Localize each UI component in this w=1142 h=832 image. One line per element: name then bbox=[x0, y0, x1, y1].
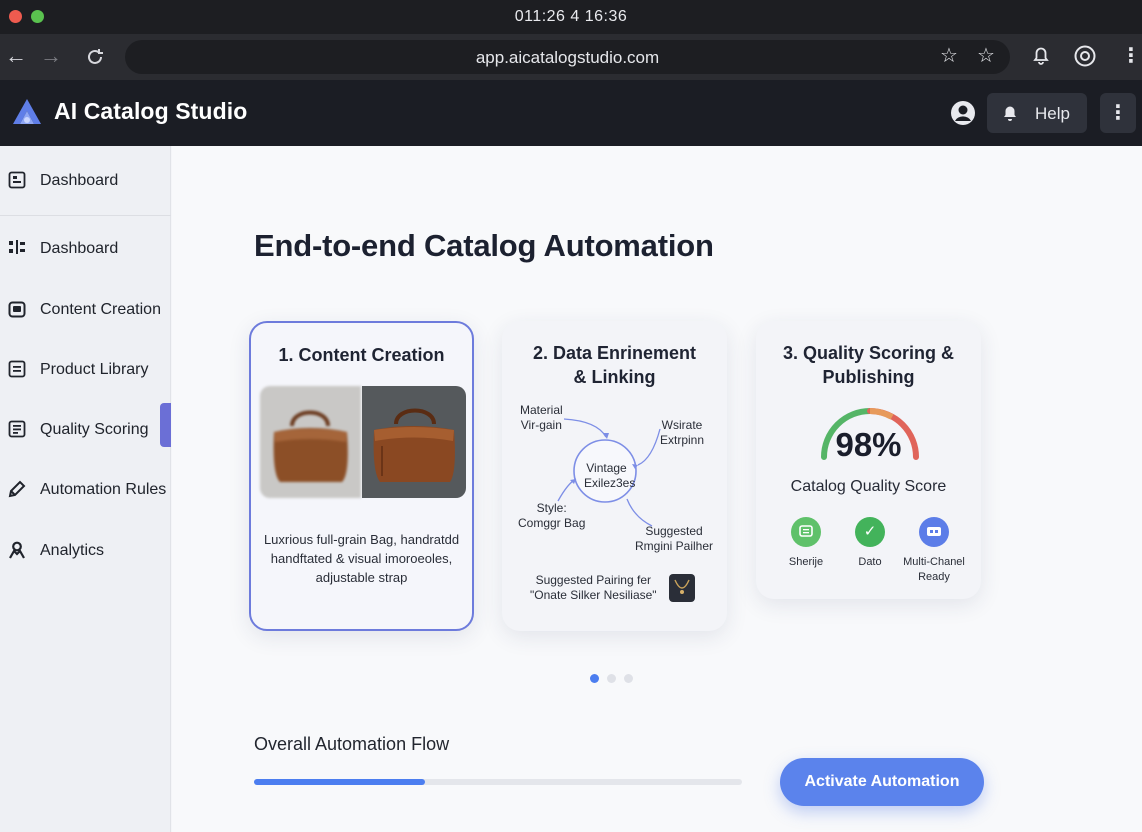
pairing-text: "Onate Silker Nesiliase" bbox=[530, 588, 657, 602]
sidebar-item-content-creation[interactable]: Content Creation bbox=[0, 288, 171, 332]
more-vertical-icon[interactable]: ⋮ bbox=[1100, 93, 1136, 133]
badge-label: Sherije bbox=[788, 556, 824, 568]
node-text: Wsirate bbox=[661, 418, 703, 432]
profile-icon[interactable] bbox=[950, 100, 976, 126]
check-icon[interactable]: ✓ bbox=[855, 517, 885, 547]
carousel-dot[interactable] bbox=[607, 674, 616, 683]
sidebar-item-dashboard[interactable]: Dashboard bbox=[0, 227, 171, 271]
star-icon[interactable]: ☆ bbox=[940, 44, 958, 68]
sidebar-item-label: Dashboard bbox=[40, 240, 119, 257]
card-title-line: 3. Quality Scoring & bbox=[782, 343, 955, 363]
list-icon bbox=[8, 360, 26, 378]
grid-icon bbox=[9, 240, 25, 254]
bag-image-before bbox=[260, 386, 361, 498]
activate-automation-button[interactable]: Activate Automation bbox=[780, 758, 984, 806]
node-text: Extrpinn bbox=[660, 433, 705, 447]
sidebar-item-dashboard-top[interactable]: Dashboard bbox=[0, 146, 171, 216]
node-text: Exilez3es bbox=[584, 476, 636, 490]
bag-image-after bbox=[362, 386, 466, 498]
page-title: End-to-end Catalog Automation bbox=[254, 228, 714, 263]
badge-label: Dato bbox=[858, 556, 882, 568]
sidebar-item-label: Product Library bbox=[40, 361, 149, 378]
main-content: End-to-end Catalog Automation 1. Content… bbox=[172, 146, 1142, 832]
carousel-dot[interactable] bbox=[624, 674, 633, 683]
badge-label-line: Ready bbox=[918, 571, 950, 583]
sidebar-item-label: Analytics bbox=[40, 542, 105, 559]
address-bar[interactable]: app.aicatalogstudio.com bbox=[125, 40, 1010, 74]
settings-circle-icon[interactable] bbox=[1073, 44, 1097, 74]
browser-toolbar: ← → app.aicatalogstudio.com ☆ ☆ ⋮ bbox=[0, 34, 1142, 80]
sidebar-item-label: Dashboard bbox=[40, 172, 119, 189]
bell-icon[interactable] bbox=[1030, 44, 1052, 72]
data-enrichment-card[interactable]: 2. Data Enrinement & Linking Material Vi… bbox=[502, 321, 727, 631]
pen-icon bbox=[8, 480, 26, 498]
sidebar-item-automation-rules[interactable]: Automation Rules bbox=[0, 468, 171, 512]
sidebar-item-analytics[interactable]: Analytics bbox=[0, 529, 171, 573]
necklace-thumbnail[interactable] bbox=[669, 574, 695, 602]
pairing-text: Suggested Pairing fer bbox=[535, 573, 651, 587]
product-description: Luxrious full-grain Bag, handratdd handf… bbox=[263, 532, 460, 585]
sidebar: Dashboard Dashboard Content Creation Pro… bbox=[0, 146, 171, 832]
clock: 011:26 4 16:36 bbox=[514, 8, 628, 25]
help-label: Help bbox=[1035, 104, 1070, 123]
progress-fill bbox=[254, 779, 425, 785]
app-logo-icon bbox=[13, 99, 41, 124]
quality-score-value: 98% bbox=[835, 426, 902, 463]
badge-label: Multi-Chanel Ready bbox=[896, 555, 972, 585]
reload-icon[interactable] bbox=[84, 43, 106, 75]
automation-progress-bar bbox=[254, 779, 742, 785]
sidebar-item-label: Content Creation bbox=[40, 301, 161, 318]
app-title: AI Catalog Studio bbox=[54, 98, 248, 124]
sidebar-item-product-library[interactable]: Product Library bbox=[0, 348, 171, 392]
sidebar-item-row: Dashboard bbox=[0, 159, 171, 203]
bell-icon bbox=[1004, 106, 1016, 121]
app-header: AI Catalog Studio Help ⋮ bbox=[0, 80, 1142, 146]
card-title-line: Publishing bbox=[822, 367, 915, 387]
back-arrow-icon[interactable]: ← bbox=[5, 43, 27, 69]
node-style: Style: Comggr Bag bbox=[518, 501, 585, 531]
node-text: Style: bbox=[536, 501, 567, 515]
node-text: Material bbox=[520, 403, 563, 417]
active-nav-indicator bbox=[160, 403, 171, 447]
card-title: 1. Content Creation bbox=[278, 345, 445, 365]
node-center: Vintage Exilez3es bbox=[584, 461, 636, 491]
sidebar-item-label: Automation Rules bbox=[40, 481, 167, 498]
checklist-icon bbox=[8, 420, 26, 438]
star-icon[interactable]: ☆ bbox=[977, 44, 995, 68]
os-title-bar: 011:26 4 16:36 bbox=[0, 0, 1142, 34]
forward-arrow-icon[interactable]: → bbox=[40, 43, 62, 69]
suggested-pairing: Suggested Pairing fer "Onate Silker Nesi… bbox=[530, 573, 657, 603]
node-text: Rmgini Pailher bbox=[635, 539, 714, 553]
node-material: Material Vir-gain bbox=[520, 403, 563, 433]
node-suggested: Suggested Rmgini Pailher bbox=[635, 524, 713, 554]
sidebar-item-quality-scoring[interactable]: Quality Scoring bbox=[0, 408, 171, 452]
automation-flow-label: Overall Automation Flow bbox=[254, 734, 450, 754]
help-button[interactable]: Help bbox=[987, 93, 1087, 133]
badge-label-line: Multi-Chanel bbox=[903, 556, 965, 568]
chat-icon[interactable] bbox=[791, 517, 821, 547]
image-icon bbox=[8, 301, 26, 318]
node-text: Suggested bbox=[645, 524, 703, 538]
user-icon bbox=[9, 541, 25, 559]
content-creation-card[interactable]: 1. Content Creation Luxrious full-grain … bbox=[249, 321, 474, 631]
card-title: 3. Quality Scoring & Publishing bbox=[756, 341, 981, 389]
node-right-top: Wsirate Extrpinn bbox=[660, 418, 704, 448]
carousel-dot[interactable] bbox=[590, 674, 599, 683]
node-text: Vir-gain bbox=[520, 418, 562, 432]
channels-icon[interactable] bbox=[919, 517, 949, 547]
dashboard-icon bbox=[8, 171, 26, 189]
quality-scoring-card[interactable]: 3. Quality Scoring & Publishing 98% Cata… bbox=[756, 321, 981, 599]
sidebar-item-label: Quality Scoring bbox=[40, 421, 149, 438]
node-text: Vintage bbox=[586, 461, 627, 475]
more-vertical-icon[interactable]: ⋮ bbox=[1121, 44, 1141, 68]
node-text: Comggr Bag bbox=[518, 516, 586, 530]
url-text: app.aicatalogstudio.com bbox=[475, 48, 660, 67]
quality-score-label: Catalog Quality Score bbox=[790, 478, 947, 495]
